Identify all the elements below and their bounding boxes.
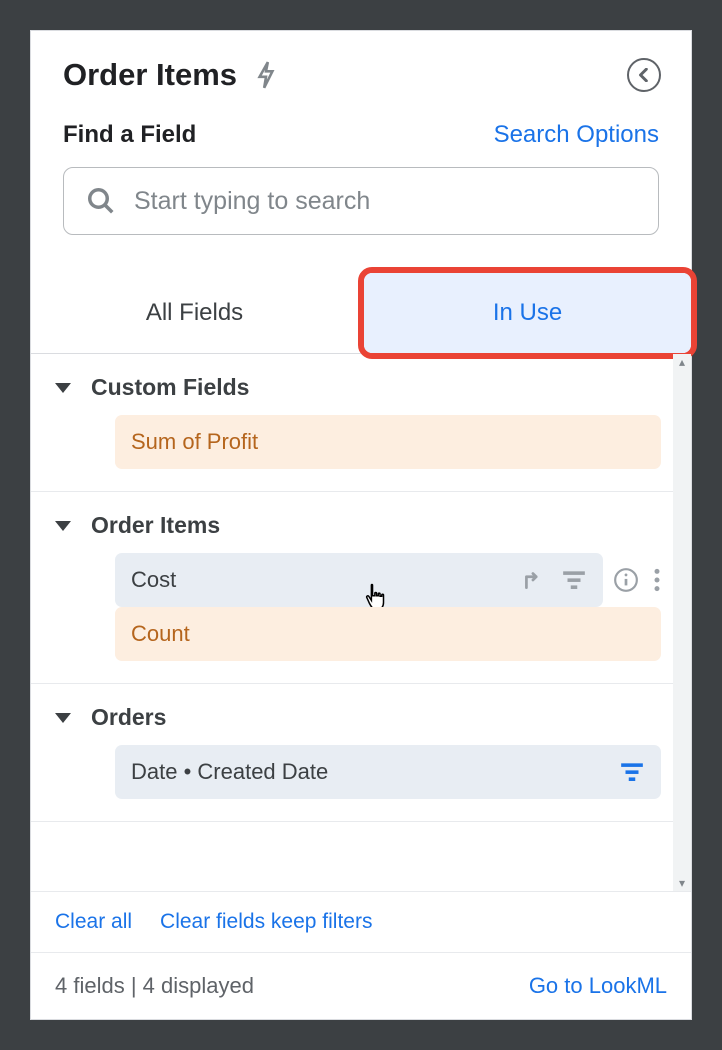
tab-all-fields[interactable]: All Fields <box>31 273 358 353</box>
field-scroll-area: Custom Fields Sum of Profit Order Items … <box>31 354 691 891</box>
chevron-down-icon <box>55 383 71 393</box>
search-box[interactable] <box>63 167 659 235</box>
search-options-link[interactable]: Search Options <box>494 121 659 149</box>
search-section: Find a Field Search Options <box>31 101 691 235</box>
tab-in-use-highlight: In Use <box>358 267 697 359</box>
field-created-date[interactable]: Date • Created Date <box>115 745 661 799</box>
section-title: Order Items <box>91 512 220 539</box>
field-count-status: 4 fields | 4 displayed <box>55 973 254 999</box>
go-to-lookml-link[interactable]: Go to LookML <box>529 973 667 999</box>
collapse-button[interactable] <box>627 58 661 92</box>
section-header[interactable]: Order Items <box>55 512 661 539</box>
section-title: Custom Fields <box>91 374 249 401</box>
clear-all-link[interactable]: Clear all <box>55 910 132 934</box>
field-label: Sum of Profit <box>131 429 258 455</box>
search-input[interactable] <box>134 187 636 216</box>
field-picker-panel: Order Items Find a Field Search Options <box>30 30 692 1020</box>
section-order-items: Order Items Cost <box>31 492 691 684</box>
section-title: Orders <box>91 704 166 731</box>
panel-title: Order Items <box>63 57 237 93</box>
footer-status: 4 fields | 4 displayed Go to LookML <box>31 952 691 1019</box>
field-label: Date • Created Date <box>131 759 328 785</box>
scroll-down-arrow[interactable]: ▾ <box>673 875 691 891</box>
more-icon[interactable] <box>653 567 661 593</box>
field-label: Count <box>131 621 190 647</box>
chevron-down-icon <box>55 521 71 531</box>
find-field-label: Find a Field <box>63 121 196 149</box>
section-header[interactable]: Orders <box>55 704 661 731</box>
panel-header: Order Items <box>31 31 691 101</box>
lightning-icon <box>255 60 277 90</box>
scrollbar[interactable]: ▴ ▾ <box>673 354 691 891</box>
field-count[interactable]: Count <box>115 607 661 661</box>
search-icon <box>86 186 116 216</box>
field-sum-of-profit[interactable]: Sum of Profit <box>115 415 661 469</box>
field-cost[interactable]: Cost <box>115 553 603 607</box>
tab-in-use[interactable]: In Use <box>364 273 691 353</box>
footer-links: Clear all Clear fields keep filters <box>31 891 691 952</box>
clear-keep-filters-link[interactable]: Clear fields keep filters <box>160 910 372 934</box>
section-header[interactable]: Custom Fields <box>55 374 661 401</box>
tabs: All Fields In Use <box>31 273 691 354</box>
info-icon[interactable] <box>613 567 639 593</box>
chevron-down-icon <box>55 713 71 723</box>
pivot-icon[interactable] <box>521 567 547 593</box>
filter-icon[interactable] <box>561 570 587 590</box>
scroll-up-arrow[interactable]: ▴ <box>673 354 691 370</box>
filter-active-icon[interactable] <box>619 762 645 782</box>
section-orders: Orders Date • Created Date <box>31 684 691 822</box>
section-custom-fields: Custom Fields Sum of Profit <box>31 354 691 492</box>
field-label: Cost <box>131 567 176 593</box>
